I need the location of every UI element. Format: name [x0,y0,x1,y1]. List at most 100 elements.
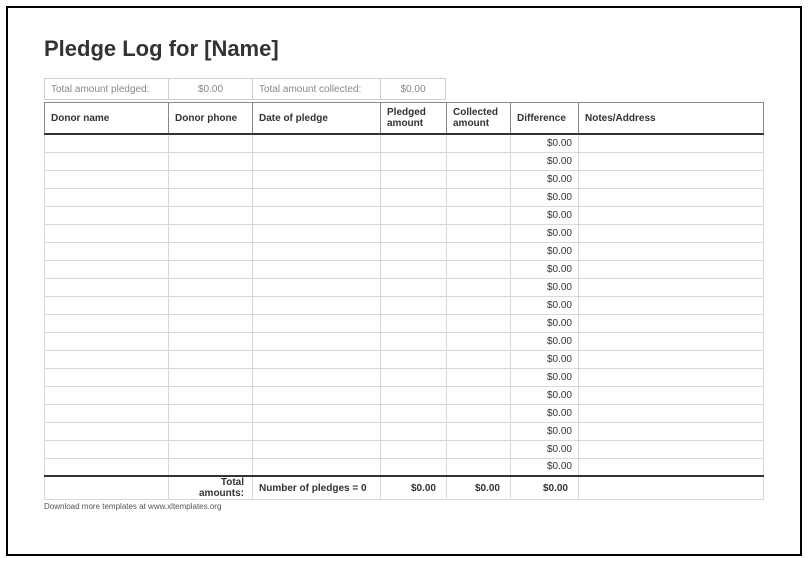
table-cell[interactable] [169,440,253,458]
difference-cell[interactable]: $0.00 [511,170,579,188]
table-cell[interactable] [381,260,447,278]
table-cell[interactable] [381,440,447,458]
table-cell[interactable] [253,332,381,350]
table-cell[interactable] [253,278,381,296]
table-cell[interactable] [579,152,764,170]
difference-cell[interactable]: $0.00 [511,458,579,476]
table-cell[interactable] [45,206,169,224]
table-cell[interactable] [45,152,169,170]
table-cell[interactable] [45,422,169,440]
table-cell[interactable] [45,404,169,422]
table-cell[interactable] [45,260,169,278]
table-cell[interactable] [447,188,511,206]
table-cell[interactable] [45,296,169,314]
table-cell[interactable] [579,224,764,242]
table-cell[interactable] [253,260,381,278]
table-cell[interactable] [45,170,169,188]
difference-cell[interactable]: $0.00 [511,152,579,170]
table-cell[interactable] [253,296,381,314]
table-cell[interactable] [579,440,764,458]
table-cell[interactable] [447,350,511,368]
table-cell[interactable] [447,242,511,260]
table-cell[interactable] [169,350,253,368]
table-cell[interactable] [45,278,169,296]
table-cell[interactable] [253,440,381,458]
table-cell[interactable] [447,332,511,350]
difference-cell[interactable]: $0.00 [511,440,579,458]
table-cell[interactable] [169,170,253,188]
difference-cell[interactable]: $0.00 [511,404,579,422]
table-cell[interactable] [381,350,447,368]
table-cell[interactable] [381,314,447,332]
difference-cell[interactable]: $0.00 [511,296,579,314]
table-cell[interactable] [169,386,253,404]
table-cell[interactable] [447,458,511,476]
table-cell[interactable] [45,368,169,386]
table-cell[interactable] [579,386,764,404]
table-cell[interactable] [253,314,381,332]
table-cell[interactable] [169,368,253,386]
table-cell[interactable] [381,206,447,224]
table-cell[interactable] [447,170,511,188]
difference-cell[interactable]: $0.00 [511,188,579,206]
table-cell[interactable] [447,386,511,404]
table-cell[interactable] [253,170,381,188]
table-cell[interactable] [447,278,511,296]
table-cell[interactable] [381,170,447,188]
difference-cell[interactable]: $0.00 [511,386,579,404]
table-cell[interactable] [169,458,253,476]
table-cell[interactable] [447,260,511,278]
table-cell[interactable] [169,260,253,278]
table-cell[interactable] [579,332,764,350]
table-cell[interactable] [579,188,764,206]
difference-cell[interactable]: $0.00 [511,206,579,224]
table-cell[interactable] [169,332,253,350]
difference-cell[interactable]: $0.00 [511,350,579,368]
table-cell[interactable] [45,386,169,404]
table-cell[interactable] [447,296,511,314]
table-cell[interactable] [579,350,764,368]
difference-cell[interactable]: $0.00 [511,278,579,296]
table-cell[interactable] [579,404,764,422]
table-cell[interactable] [45,332,169,350]
table-cell[interactable] [381,368,447,386]
table-cell[interactable] [447,368,511,386]
table-cell[interactable] [579,242,764,260]
table-cell[interactable] [381,152,447,170]
table-cell[interactable] [253,188,381,206]
table-cell[interactable] [579,206,764,224]
table-cell[interactable] [447,440,511,458]
table-cell[interactable] [447,134,511,152]
table-cell[interactable] [381,404,447,422]
table-cell[interactable] [381,386,447,404]
table-cell[interactable] [169,296,253,314]
table-cell[interactable] [45,134,169,152]
table-cell[interactable] [253,206,381,224]
table-cell[interactable] [45,314,169,332]
table-cell[interactable] [447,224,511,242]
table-cell[interactable] [169,278,253,296]
difference-cell[interactable]: $0.00 [511,422,579,440]
table-cell[interactable] [253,422,381,440]
table-cell[interactable] [381,278,447,296]
table-cell[interactable] [45,440,169,458]
table-cell[interactable] [579,314,764,332]
table-cell[interactable] [579,134,764,152]
table-cell[interactable] [579,260,764,278]
difference-cell[interactable]: $0.00 [511,368,579,386]
table-cell[interactable] [381,224,447,242]
table-cell[interactable] [447,152,511,170]
table-cell[interactable] [381,332,447,350]
table-cell[interactable] [447,422,511,440]
table-cell[interactable] [169,134,253,152]
table-cell[interactable] [253,350,381,368]
table-cell[interactable] [579,170,764,188]
difference-cell[interactable]: $0.00 [511,242,579,260]
table-cell[interactable] [579,422,764,440]
table-cell[interactable] [253,224,381,242]
table-cell[interactable] [253,134,381,152]
difference-cell[interactable]: $0.00 [511,134,579,152]
table-cell[interactable] [447,314,511,332]
difference-cell[interactable]: $0.00 [511,332,579,350]
difference-cell[interactable]: $0.00 [511,224,579,242]
